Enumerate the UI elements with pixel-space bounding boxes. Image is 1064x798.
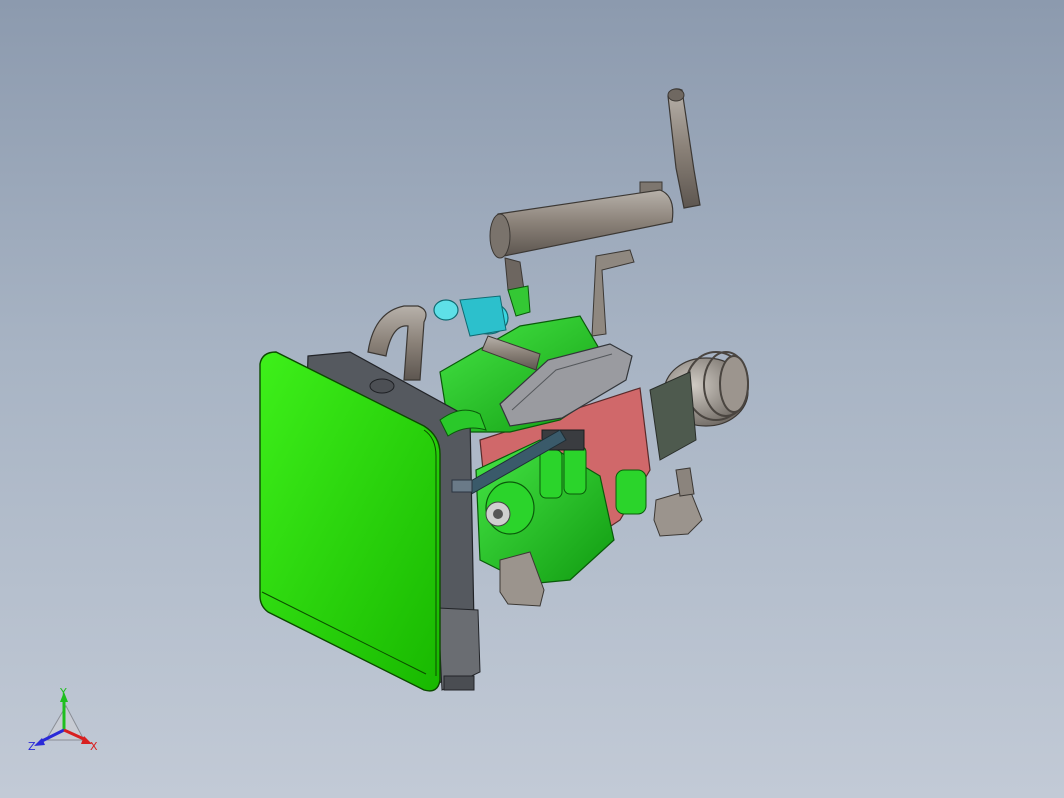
alternator[interactable] bbox=[485, 481, 535, 535]
muffler-bracket[interactable] bbox=[591, 249, 635, 337]
triad-y-label: Y bbox=[59, 686, 67, 699]
turbocharger[interactable] bbox=[433, 295, 509, 337]
engine-assembly-model[interactable] bbox=[259, 88, 749, 692]
view-orientation-triad[interactable]: Y Z X bbox=[28, 686, 98, 753]
exhaust-elbow[interactable] bbox=[507, 285, 531, 317]
radiator-cap[interactable] bbox=[369, 378, 395, 394]
graphics-viewport[interactable]: Y Z X bbox=[0, 0, 1064, 798]
engine-mount-rear[interactable] bbox=[653, 489, 703, 537]
muffler[interactable] bbox=[489, 189, 674, 291]
hose-clamp[interactable] bbox=[451, 479, 473, 493]
oil-filter[interactable] bbox=[615, 469, 647, 515]
triad-z-label: Z bbox=[28, 740, 36, 753]
exhaust-stack[interactable] bbox=[639, 88, 701, 209]
triad-x-label: X bbox=[90, 740, 98, 753]
flywheel-housing[interactable] bbox=[649, 351, 749, 461]
